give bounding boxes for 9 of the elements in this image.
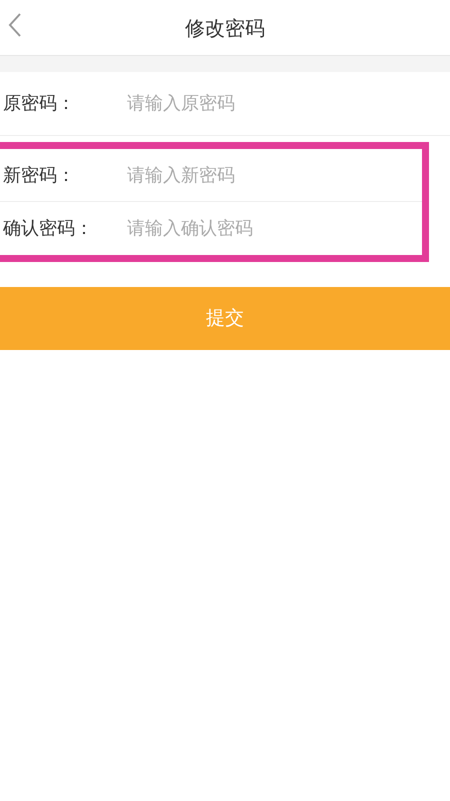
submit-button[interactable]: 提交 — [0, 287, 450, 350]
back-icon — [8, 12, 22, 38]
field-label: 新密码： — [2, 164, 76, 188]
page-title: 修改密码 — [185, 14, 265, 42]
field-label: 确认密码： — [2, 217, 94, 241]
password-field[interactable]: 请输入新密码 — [127, 155, 407, 195]
password-field[interactable]: 请输入确认密码 — [127, 208, 407, 248]
password-field[interactable]: 请输入原密码 — [127, 84, 407, 124]
field-label: 原密码： — [2, 92, 76, 116]
